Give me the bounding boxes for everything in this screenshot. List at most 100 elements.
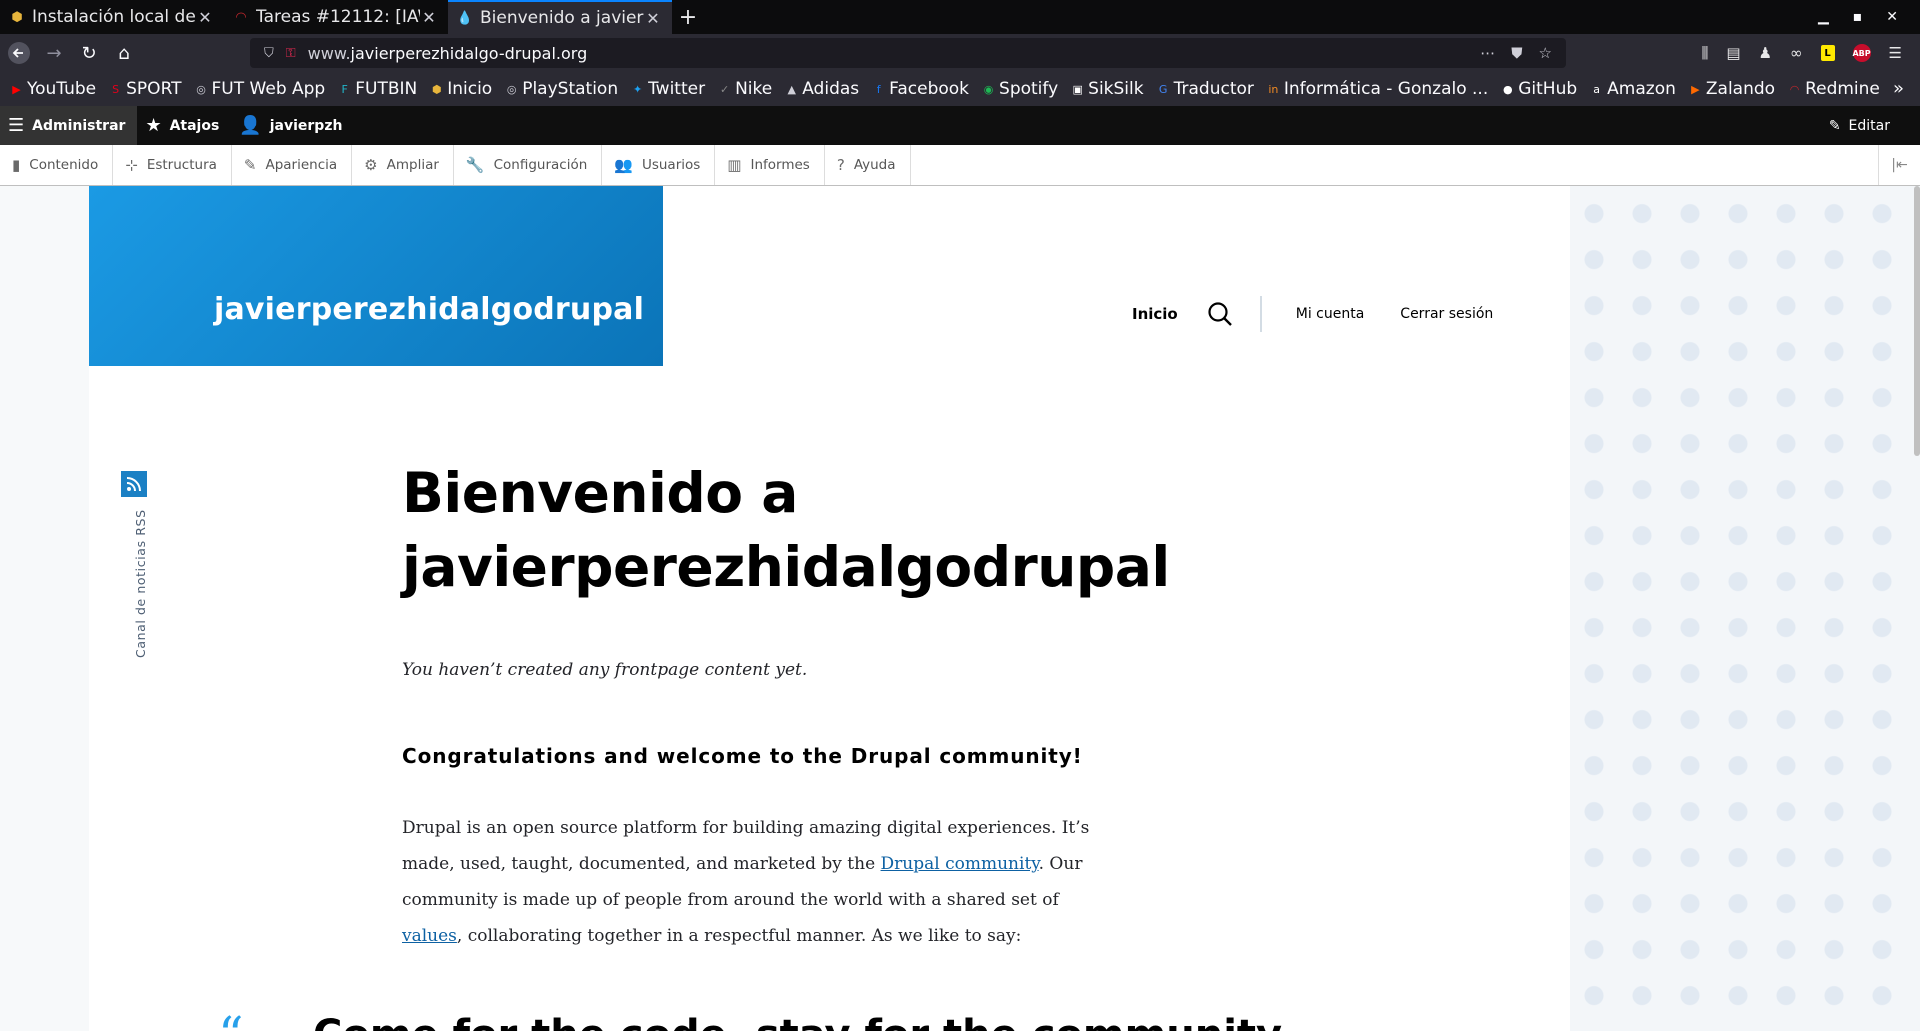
- zalando-icon: ▶: [1691, 82, 1700, 96]
- bookmark-item[interactable]: in Informática - Gonzalo ...: [1267, 79, 1488, 99]
- bookmark-label: Twitter: [648, 79, 706, 99]
- redmine-icon: ◠: [235, 9, 247, 25]
- admin-toolbar: ☰ Administrar ★ Atajos 👤 javierpzh ✎ Edi…: [0, 106, 1920, 145]
- forward-button[interactable]: →: [38, 37, 70, 69]
- bookmark-item[interactable]: G Traductor: [1157, 79, 1254, 99]
- bookmark-label: Zalando: [1705, 79, 1776, 99]
- nav-cerrar-sesion-link[interactable]: Cerrar sesión: [1400, 306, 1493, 322]
- rss-feed-icon: [126, 477, 141, 492]
- more-bookmarks-icon[interactable]: »: [1893, 78, 1904, 99]
- nav-mi-cuenta-link[interactable]: Mi cuenta: [1296, 306, 1365, 322]
- bar-chart-icon: ▥: [727, 156, 742, 174]
- bookmark-label: Facebook: [889, 79, 970, 99]
- bookmark-item[interactable]: S SPORT: [109, 79, 181, 99]
- sport-icon: S: [112, 82, 120, 96]
- bookmark-label: FUTBIN: [355, 79, 418, 99]
- gear-badge-icon: ⬢: [431, 82, 442, 96]
- quote-mark: “: [218, 1006, 244, 1031]
- toolbar-user[interactable]: 👤 javierpzh: [231, 106, 354, 145]
- browser-nav-bar: → ↻ ⌂ ⛉ ⚿ www. javierperezhidalgo-drupal…: [0, 34, 1920, 72]
- tray-orientation-toggle[interactable]: |⇤: [1878, 145, 1920, 185]
- url-bar[interactable]: ⛉ ⚿ www. javierperezhidalgo-drupal.org ⋯…: [250, 38, 1566, 68]
- more-actions-icon[interactable]: ⋯: [1480, 44, 1495, 62]
- sidebar-icon[interactable]: ▤: [1726, 44, 1740, 62]
- adblock-plus-icon[interactable]: ABP: [1852, 44, 1871, 62]
- rss-icon[interactable]: [121, 471, 147, 497]
- bookmark-item[interactable]: ◎ PlayStation: [505, 79, 618, 99]
- home-button[interactable]: ⌂: [108, 37, 140, 69]
- close-icon[interactable]: ✕: [644, 9, 662, 28]
- browser-tab[interactable]: ◠ Tareas #12112: [IAW] ✕: [224, 0, 448, 34]
- pocket-icon[interactable]: ⛊: [1511, 44, 1522, 62]
- browser-tab-strip: ⬢ Instalación local de un ✕ ◠ Tareas #12…: [0, 0, 1920, 34]
- bookmark-item[interactable]: f Facebook: [872, 79, 969, 99]
- tray-item-ayuda[interactable]: ? Ayuda: [825, 145, 911, 185]
- home-icon: ⌂: [118, 42, 130, 64]
- extension-figure-icon[interactable]: ♟: [1759, 44, 1772, 62]
- toolbar-edit-button[interactable]: ✎ Editar: [1829, 118, 1920, 134]
- bookmark-item[interactable]: ● GitHub: [1501, 79, 1577, 99]
- extension-yellow-icon[interactable]: L: [1820, 45, 1835, 61]
- hamburger-menu-icon[interactable]: ☰: [1889, 44, 1902, 62]
- bookmark-item[interactable]: ▶ Zalando: [1689, 79, 1775, 99]
- tray-item-informes[interactable]: ▥ Informes: [715, 145, 825, 185]
- new-tab-button[interactable]: +: [672, 0, 704, 34]
- maximize-icon[interactable]: ▪: [1853, 9, 1863, 25]
- drupal-drop-icon: 💧: [456, 10, 474, 26]
- bookmark-item[interactable]: ✓ Nike: [718, 79, 772, 99]
- bookmark-item[interactable]: ✦ Twitter: [631, 79, 705, 99]
- redmine-icon: ◠: [1789, 82, 1800, 96]
- tray-item-label: Informes: [750, 157, 810, 173]
- toolbar-administrar[interactable]: ☰ Administrar: [0, 106, 138, 145]
- tray-item-apariencia[interactable]: ✎ Apariencia: [232, 145, 353, 185]
- facebook-icon: f: [876, 82, 881, 96]
- bookmark-item[interactable]: ▲ Adidas: [785, 79, 859, 99]
- close-icon[interactable]: ✕: [196, 8, 214, 27]
- spotify-icon: ◉: [983, 82, 994, 96]
- adidas-icon: ▲: [787, 82, 796, 96]
- bookmark-item[interactable]: ⬢ Inicio: [430, 79, 492, 99]
- drupal-community-link[interactable]: Drupal community: [881, 854, 1039, 874]
- values-link[interactable]: values: [402, 926, 457, 946]
- user-icon: 👤: [239, 115, 262, 136]
- minimize-icon[interactable]: ▁: [1818, 9, 1829, 25]
- close-window-icon[interactable]: ✕: [1886, 9, 1898, 25]
- tray-item-usuarios[interactable]: 👥 Usuarios: [602, 145, 716, 185]
- globe-icon: ◎: [506, 82, 517, 96]
- people-icon: 👥: [614, 156, 633, 174]
- tray-item-ampliar[interactable]: ⚙ Ampliar: [352, 145, 454, 185]
- tray-item-estructura[interactable]: ⊹ Estructura: [113, 145, 232, 185]
- page-title: Bienvenido a javierperezhidalgodrupal: [402, 456, 1182, 604]
- back-button[interactable]: [3, 37, 35, 69]
- reload-button[interactable]: ↻: [73, 37, 105, 69]
- bookmark-item[interactable]: ▣ SikSilk: [1071, 79, 1143, 99]
- nav-inicio-link[interactable]: Inicio: [1132, 305, 1178, 323]
- tray-item-label: Usuarios: [641, 157, 701, 173]
- nav-divider: [1259, 296, 1262, 332]
- search-icon[interactable]: [1206, 300, 1234, 328]
- site-name-link[interactable]: javierperezhidalgodrupal: [214, 292, 644, 327]
- main-navigation: Inicio Mi cuenta Cerrar sesión: [1132, 296, 1529, 332]
- tray-item-contenido[interactable]: ▮ Contenido: [0, 145, 114, 185]
- close-icon[interactable]: ✕: [420, 8, 438, 27]
- tab-label: Tareas #12112: [IAW]: [256, 7, 420, 27]
- library-icon[interactable]: ⫼: [1702, 44, 1709, 62]
- toolbar-user-label: javierpzh: [269, 117, 343, 134]
- bookmark-item[interactable]: ◠ Redmine: [1788, 79, 1880, 99]
- bookmark-item[interactable]: ▶ YouTube: [10, 79, 96, 99]
- rss-feed-link[interactable]: Canal de noticias RSS: [133, 509, 148, 658]
- hamburger-icon: ☰: [8, 115, 25, 136]
- glasses-icon[interactable]: ∞: [1790, 44, 1803, 62]
- bookmark-item[interactable]: F FUTBIN: [338, 79, 418, 99]
- toolbar-atajos[interactable]: ★ Atajos: [137, 106, 231, 145]
- page-title-line-1: Bienvenido a: [402, 461, 798, 525]
- page-scrollbar[interactable]: [1914, 186, 1920, 456]
- star-icon[interactable]: ☆: [1539, 44, 1552, 62]
- bookmark-item[interactable]: ◉ Spotify: [982, 79, 1058, 99]
- browser-tab-active[interactable]: 💧 Bienvenido a javierper ✕: [448, 0, 672, 34]
- tray-item-configuración[interactable]: 🔧 Configuración: [454, 145, 603, 185]
- bookmark-item[interactable]: ◎ FUT Web App: [195, 79, 325, 99]
- browser-tab[interactable]: ⬢ Instalación local de un ✕: [0, 0, 224, 34]
- bookmark-item[interactable]: a Amazon: [1590, 79, 1676, 99]
- bookmark-label: YouTube: [27, 79, 97, 99]
